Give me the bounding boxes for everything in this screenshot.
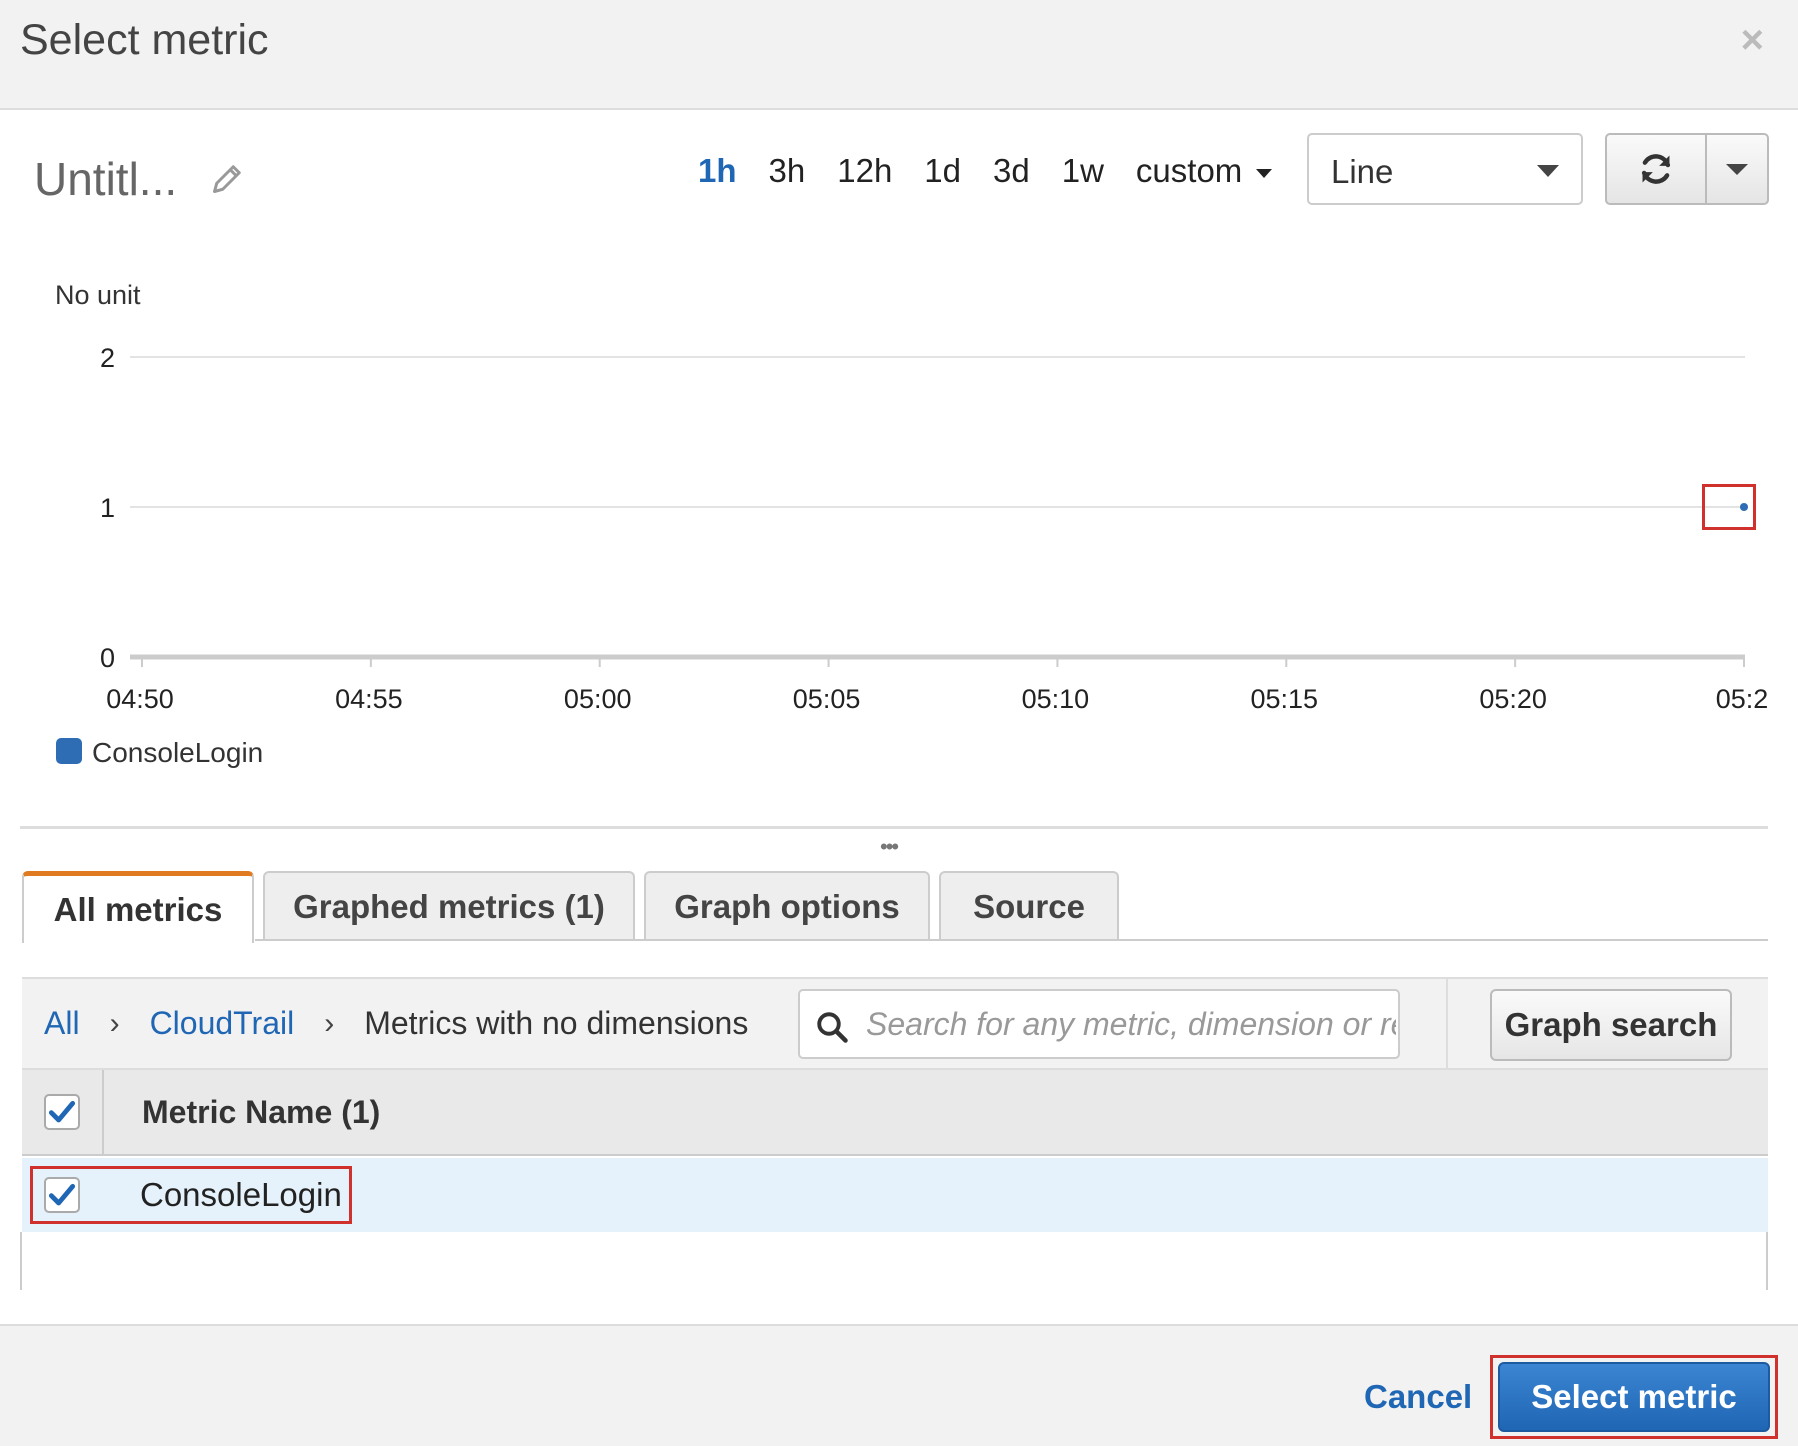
modal-footer: Cancel Select metric (0, 1324, 1798, 1446)
x-tick-label: 05:20 (1479, 684, 1547, 714)
graph-search-button[interactable]: Graph search (1490, 989, 1732, 1061)
metric-search-box (798, 989, 1400, 1059)
breadcrumb-all[interactable]: All (44, 1005, 80, 1042)
pencil-icon[interactable] (210, 160, 246, 196)
time-range-1h[interactable]: 1h (698, 146, 737, 196)
refresh-button-group (1605, 133, 1769, 205)
caret-down-icon (1726, 163, 1748, 175)
chevron-right-icon: › (109, 1006, 120, 1040)
refresh-icon (1641, 154, 1671, 184)
graph-title[interactable]: Untitl... (34, 152, 177, 206)
x-tick-label: 05:10 (1022, 684, 1090, 714)
legend-label: ConsoleLogin (92, 737, 263, 768)
modal-title: Select metric (20, 16, 269, 64)
checkmark-icon (48, 1100, 76, 1123)
y-tick-label: 0 (100, 643, 115, 673)
metric-name-column-header[interactable]: Metric Name (1) (142, 1094, 380, 1131)
tab-panel-border (255, 939, 1768, 941)
tab-source[interactable]: Source (939, 871, 1119, 941)
select-metric-button[interactable]: Select metric (1498, 1362, 1770, 1432)
legend-swatch (56, 738, 82, 764)
data-point (1740, 503, 1748, 511)
tab-all-metrics[interactable]: All metrics (22, 871, 254, 943)
filter-bar: All › CloudTrail › Metrics with no dimen… (22, 977, 1768, 1070)
breadcrumb-current: Metrics with no dimensions (364, 1005, 749, 1041)
time-range-12h[interactable]: 12h (837, 146, 892, 196)
x-tick-label: 04:50 (106, 684, 174, 714)
table-header: Metric Name (1) (22, 1070, 1768, 1156)
row-checkbox[interactable] (44, 1177, 80, 1213)
time-range-custom-label: custom (1135, 152, 1243, 189)
x-tick-label: 04:55 (335, 684, 403, 714)
time-range-1w[interactable]: 1w (1062, 146, 1104, 196)
panel-divider (20, 826, 1768, 829)
filter-separator (1446, 979, 1448, 1068)
table-border-right (1766, 1232, 1768, 1290)
metric-chart: No unit 2 1 0 04:50 04:55 05:00 05:05 05:10 05:15… (55, 280, 1769, 768)
metric-name-cell: ConsoleLogin (140, 1176, 342, 1213)
time-range-1d[interactable]: 1d (924, 146, 961, 196)
metrics-tabs: All metrics Graphed metrics (1) Graph op… (22, 871, 1128, 943)
table-row[interactable]: ConsoleLogin (22, 1158, 1768, 1232)
x-tick-label: 05:00 (564, 684, 632, 714)
refresh-options-dropdown[interactable] (1707, 135, 1767, 203)
table-border-left (20, 1232, 22, 1290)
modal-header: Select metric × (0, 0, 1798, 110)
x-tick-label: 05:05 (793, 684, 861, 714)
chart-type-value: Line (1331, 153, 1394, 190)
x-tick-label: 05:2 (1716, 684, 1769, 714)
chart-type-select[interactable]: Line (1307, 133, 1583, 205)
tab-graph-options[interactable]: Graph options (644, 871, 930, 941)
metric-search-input[interactable] (866, 991, 1396, 1057)
time-range-selector: 1h 3h 12h 1d 3d 1w custom (698, 146, 1273, 196)
y-tick-label: 1 (100, 493, 115, 523)
time-range-3d[interactable]: 3d (993, 146, 1030, 196)
caret-down-icon (1256, 168, 1273, 178)
checkmark-icon (48, 1183, 76, 1206)
caret-down-icon (1537, 165, 1559, 177)
breadcrumb-namespace[interactable]: CloudTrail (150, 1005, 295, 1042)
breadcrumb: All › CloudTrail › Metrics with no dimen… (44, 1005, 748, 1042)
refresh-button[interactable] (1607, 135, 1707, 203)
chevron-right-icon: › (324, 1006, 335, 1040)
cancel-button[interactable]: Cancel (1364, 1378, 1472, 1416)
close-icon[interactable]: × (1741, 20, 1764, 60)
search-icon (817, 1012, 848, 1043)
y-axis-unit-label: No unit (55, 280, 141, 310)
y-tick-label: 2 (100, 343, 115, 373)
select-all-checkbox[interactable] (44, 1094, 80, 1130)
resize-handle-icon[interactable]: ••• (880, 836, 899, 858)
time-range-custom[interactable]: custom (1135, 146, 1273, 196)
select-all-cell (22, 1070, 104, 1156)
tab-graphed-metrics[interactable]: Graphed metrics (1) (263, 871, 635, 941)
x-tick-label: 05:15 (1250, 684, 1318, 714)
time-range-3h[interactable]: 3h (769, 146, 806, 196)
